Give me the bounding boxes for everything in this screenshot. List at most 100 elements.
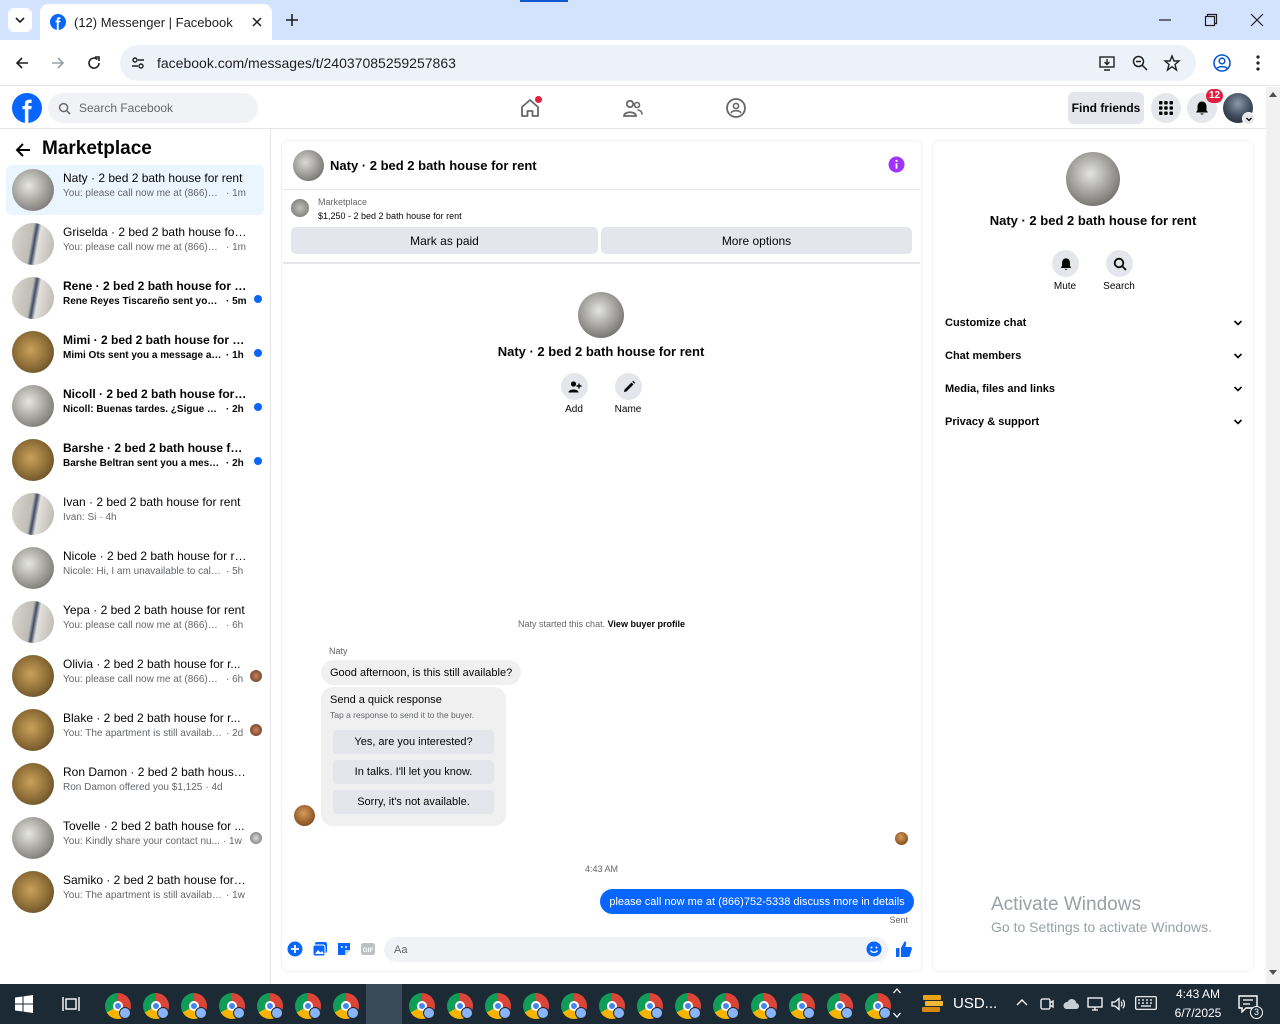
back-button[interactable] — [14, 55, 30, 71]
close-tab-icon[interactable] — [252, 17, 262, 27]
like-button[interactable] — [895, 940, 913, 958]
new-tab-button[interactable] — [284, 12, 300, 28]
taskbar-chrome-icon[interactable] — [181, 993, 207, 1019]
conversation-item[interactable]: Ron Damon · 2 bed 2 bath house f... Ron D… — [6, 759, 264, 809]
emoji-button[interactable] — [866, 941, 882, 957]
listing-info[interactable]: $1,250 - 2 bed 2 bath house for rent — [318, 211, 462, 221]
view-buyer-profile-link[interactable]: View buyer profile — [608, 619, 685, 629]
more-actions-button[interactable] — [287, 941, 303, 957]
nav-home[interactable] — [519, 96, 542, 119]
forward-button[interactable] — [50, 55, 66, 71]
conversation-item[interactable]: Rene · 2 bed 2 bath house for rent Rene R… — [6, 273, 264, 323]
taskbar-chrome-icon[interactable] — [751, 993, 777, 1019]
close-window-button[interactable] — [1250, 13, 1264, 27]
taskbar-chrome-icon[interactable] — [105, 993, 131, 1019]
network-tray[interactable] — [1087, 996, 1103, 1012]
chat-header-avatar[interactable] — [293, 150, 324, 181]
mark-as-paid-button[interactable]: Mark as paid — [291, 227, 598, 254]
conversation-item[interactable]: Nicoll · 2 bed 2 bath house for re... Nic… — [6, 381, 264, 431]
search-in-conversation-button[interactable] — [1106, 250, 1133, 277]
facebook-search[interactable]: Search Facebook — [48, 93, 258, 123]
taskbar-chrome-icon[interactable] — [561, 993, 587, 1019]
chat-members-section[interactable]: Chat members — [945, 347, 1243, 365]
minimize-button[interactable] — [1158, 13, 1172, 27]
chat-profile-avatar[interactable] — [578, 292, 624, 338]
taskbar-scroll-down[interactable] — [892, 1010, 902, 1020]
taskbar-chrome-icon[interactable] — [333, 993, 359, 1019]
install-app-button[interactable] — [1098, 54, 1116, 72]
url-text[interactable]: facebook.com/messages/t/2403708525925786… — [157, 55, 1196, 71]
profile-button[interactable] — [1212, 53, 1232, 73]
bookmark-button[interactable] — [1163, 54, 1181, 72]
tab-search-button[interactable] — [8, 8, 32, 32]
quick-response-yes[interactable]: Yes, are you interested? — [333, 730, 494, 754]
quick-response-in-talks[interactable]: In talks. I'll let you know. — [333, 760, 494, 784]
conversation-item[interactable]: Ivan · 2 bed 2 bath house for rent Ivan: … — [6, 489, 264, 539]
taskbar-chrome-icon[interactable] — [713, 993, 739, 1019]
site-settings-icon[interactable] — [130, 55, 146, 71]
meet-now-tray[interactable] — [1039, 996, 1055, 1012]
conversation-item[interactable]: Blake · 2 bed 2 bath house for r... You: … — [6, 705, 264, 755]
clock-date[interactable]: 6/7/2025 — [1167, 1006, 1229, 1020]
sender-avatar[interactable] — [294, 805, 315, 826]
address-bar[interactable]: facebook.com/messages/t/2403708525925786… — [120, 45, 1196, 81]
taskbar-scroll-up[interactable] — [892, 986, 902, 996]
menu-button[interactable] — [1151, 93, 1181, 123]
conversation-item[interactable]: Griselda · 2 bed 2 bath house for r... Yo… — [6, 219, 264, 269]
volume-tray[interactable] — [1110, 996, 1126, 1012]
media-files-links-section[interactable]: Media, files and links — [945, 380, 1243, 398]
zoom-button[interactable] — [1131, 54, 1149, 72]
incoming-message-bubble[interactable]: Good afternoon, is this still available? — [321, 660, 522, 685]
nav-groups[interactable] — [725, 97, 747, 119]
chat-header-title[interactable]: Naty · 2 bed 2 bath house for rent — [330, 158, 537, 173]
add-people-button[interactable] — [561, 373, 588, 400]
conversation-item[interactable]: Samiko · 2 bed 2 bath house for re... You… — [6, 867, 264, 917]
taskbar-chrome-icon[interactable] — [523, 993, 549, 1019]
taskbar-chrome-icon[interactable] — [219, 993, 245, 1019]
taskbar-chrome-icon[interactable] — [789, 993, 815, 1019]
taskbar-chrome-icon[interactable] — [257, 993, 283, 1019]
privacy-support-section[interactable]: Privacy & support — [945, 413, 1243, 431]
conversation-info-button[interactable] — [888, 156, 905, 173]
nav-friends[interactable] — [622, 97, 644, 119]
currency-widget-text[interactable]: USD... — [953, 995, 997, 1012]
taskbar-chrome-icon[interactable] — [447, 993, 473, 1019]
more-options-button[interactable]: More options — [601, 227, 912, 254]
taskbar-chrome-icon[interactable] — [637, 993, 663, 1019]
browser-tab-messenger[interactable]: (12) Messenger | Facebook — [40, 4, 272, 40]
conversation-item[interactable]: Yepa · 2 bed 2 bath house for rent You: p… — [6, 597, 264, 647]
conversation-item[interactable]: Barshe · 2 bed 2 bath house for r... Bars… — [6, 435, 264, 485]
conversation-item[interactable]: Tovelle · 2 bed 2 bath house for ... You:… — [6, 813, 264, 863]
gif-button[interactable]: GIF — [360, 941, 376, 957]
quick-response-not-available[interactable]: Sorry, it's not available. — [333, 790, 494, 814]
customize-chat-section[interactable]: Customize chat — [945, 314, 1243, 332]
listing-thumbnail[interactable] — [291, 199, 309, 217]
sticker-button[interactable] — [336, 941, 352, 957]
taskbar-chrome-icon[interactable] — [865, 993, 891, 1019]
task-view-button[interactable] — [62, 995, 80, 1013]
mute-button[interactable] — [1052, 250, 1079, 277]
taskbar-chrome-icon[interactable] — [143, 993, 169, 1019]
find-friends-button[interactable]: Find friends — [1068, 92, 1144, 124]
start-button[interactable] — [15, 995, 33, 1013]
back-to-inbox-button[interactable] — [14, 141, 32, 159]
reload-button[interactable] — [86, 55, 102, 71]
account-menu-chevron[interactable] — [1242, 112, 1255, 125]
facebook-logo[interactable] — [12, 93, 42, 123]
restore-button[interactable] — [1204, 13, 1218, 27]
taskbar-chrome-icon[interactable] — [675, 993, 701, 1019]
taskbar-chrome-icon[interactable] — [409, 993, 435, 1019]
taskbar-chrome-icon[interactable] — [295, 993, 321, 1019]
conversation-item[interactable]: Olivia · 2 bed 2 bath house for r... You:… — [6, 651, 264, 701]
conversation-item[interactable]: Mimi · 2 bed 2 bath house for rent Mimi O… — [6, 327, 264, 377]
info-avatar[interactable] — [1066, 152, 1120, 206]
page-scrollbar[interactable] — [1266, 87, 1280, 984]
keyboard-tray[interactable] — [1135, 996, 1157, 1010]
outgoing-message-bubble[interactable]: please call now me at (866)752-5338 disc… — [600, 889, 914, 914]
attach-media-button[interactable] — [312, 941, 328, 957]
taskbar-chrome-icon[interactable] — [599, 993, 625, 1019]
conversation-item[interactable]: Nicole · 2 bed 2 bath house for rent Nico… — [6, 543, 264, 593]
message-composer[interactable]: Aa — [384, 937, 888, 962]
show-hidden-icons[interactable] — [1015, 996, 1029, 1010]
currency-widget[interactable] — [920, 992, 946, 1016]
